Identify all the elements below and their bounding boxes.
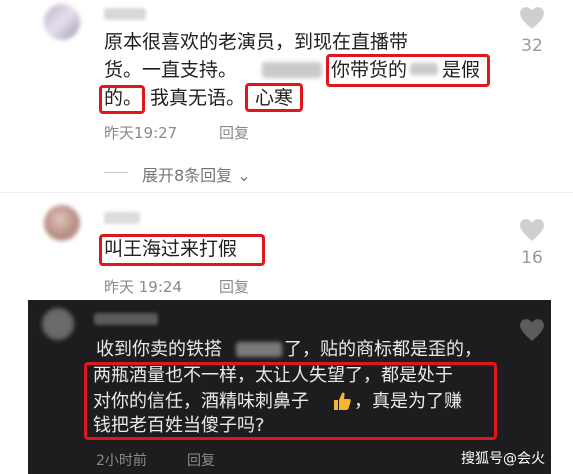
comment-text-line: 的。 xyxy=(104,87,143,109)
watermark: 搜狐号@会火 xyxy=(461,451,545,467)
username[interactable] xyxy=(94,313,158,325)
blurred-text xyxy=(262,62,322,78)
heart-icon[interactable] xyxy=(519,6,545,30)
comment-time: 昨天 19:24 xyxy=(104,278,182,296)
comment-text-line: 心寒 xyxy=(255,87,294,109)
reply-button[interactable]: 回复 xyxy=(219,276,249,297)
avatar[interactable] xyxy=(42,308,74,340)
comment-text-line: 对你的信任，酒精味刺鼻子 xyxy=(93,391,309,412)
comment-text-line: 了，贴的商标都是歪的， xyxy=(284,339,482,360)
comment-text-line: ，真是为了赚 xyxy=(354,391,462,412)
avatar[interactable] xyxy=(44,205,80,241)
heart-icon[interactable] xyxy=(519,318,545,342)
comment-text-line: 两瓶酒量也不一样，太让人失望了，都是处于 xyxy=(93,365,453,386)
comment-time: 昨天19:27 xyxy=(104,124,178,142)
comment-text-line: 是假 xyxy=(442,59,481,81)
comment-text-line: 原本很喜欢的老演员，到现在直播带 xyxy=(104,31,409,53)
chevron-down-icon: ⌄ xyxy=(237,166,251,185)
comment-text-line: 叫王海过来打假 xyxy=(104,238,238,260)
reply-button[interactable]: 回复 xyxy=(219,122,249,143)
username[interactable] xyxy=(104,8,146,20)
like-count: 16 xyxy=(521,248,543,268)
comment-text-line: 收到你卖的铁搭 xyxy=(96,339,222,360)
section-separator xyxy=(0,192,573,193)
comment-text-line: 货。一直支持。 xyxy=(104,59,238,81)
blurred-text xyxy=(236,342,282,357)
expand-replies-button[interactable]: 展开8条回复 ⌄ xyxy=(142,162,251,186)
expand-replies-label: 展开8条回复 xyxy=(142,166,233,185)
reply-button[interactable]: 回复 xyxy=(187,450,215,470)
blurred-text xyxy=(410,63,438,75)
thumbs-up-emoji-icon xyxy=(334,392,351,410)
comment-time: 2小时前 xyxy=(96,453,147,469)
comment-text-line: 钱把老百姓当傻子吗? xyxy=(93,415,265,436)
comment-text-line: 你带货的 xyxy=(331,59,408,81)
avatar[interactable] xyxy=(44,4,80,40)
comment-text-line: 我真无语。 xyxy=(150,87,246,109)
divider xyxy=(104,172,128,173)
username[interactable] xyxy=(104,212,140,224)
like-count: 32 xyxy=(521,36,543,56)
heart-icon[interactable] xyxy=(519,218,545,242)
